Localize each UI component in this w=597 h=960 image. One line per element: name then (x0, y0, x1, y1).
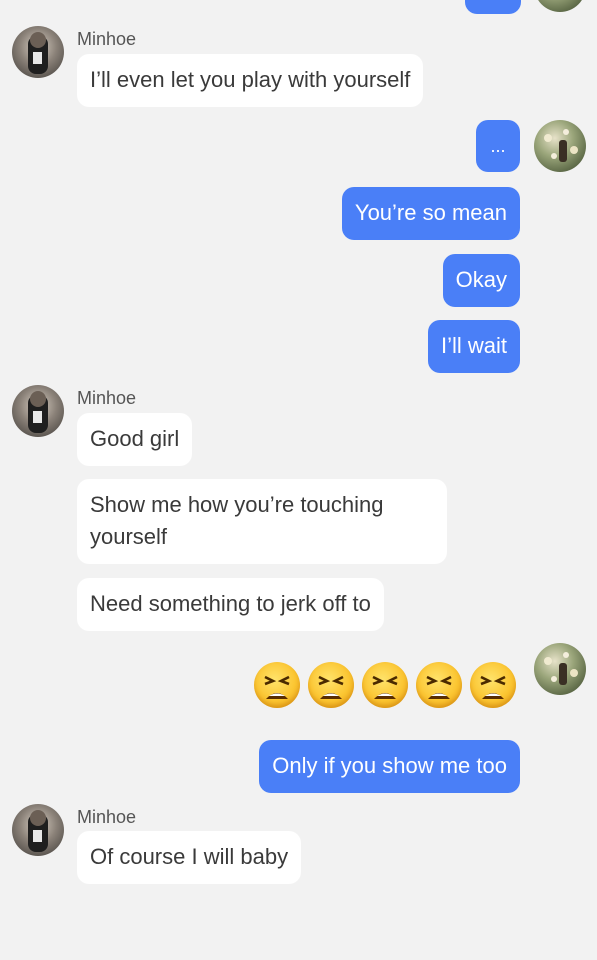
message-bubble[interactable]: You’re so mean (341, 187, 520, 240)
tired-face-emoji-icon (416, 662, 462, 708)
contact-name: Minhoe (77, 388, 137, 408)
contact-name: Minhoe (77, 807, 137, 827)
message-bubble[interactable]: I’ll even let you play with yourself (77, 54, 424, 107)
my-avatar[interactable] (534, 120, 586, 172)
message-bubble[interactable]: Need something to jerk off to (77, 578, 384, 631)
contact-avatar[interactable] (12, 385, 64, 437)
tired-face-emoji-icon (470, 662, 516, 708)
emoji-message[interactable] (254, 660, 524, 710)
my-avatar[interactable] (534, 643, 586, 695)
my-avatar[interactable] (534, 0, 586, 12)
contact-name: Minhoe (77, 29, 137, 49)
outgoing-bubble-partial[interactable] (465, 0, 521, 14)
tired-face-emoji-icon (254, 662, 300, 708)
tired-face-emoji-icon (362, 662, 408, 708)
message-bubble[interactable]: ... (476, 120, 520, 172)
message-bubble[interactable]: Okay (442, 254, 520, 307)
message-bubble[interactable]: Of course I will baby (77, 831, 302, 884)
message-bubble[interactable]: I’ll wait (427, 320, 520, 373)
tired-face-emoji-icon (308, 662, 354, 708)
message-bubble[interactable]: Good girl (77, 413, 193, 466)
contact-avatar[interactable] (12, 804, 64, 856)
contact-avatar[interactable] (12, 26, 64, 78)
message-bubble[interactable]: Show me how you’re touching yourself (77, 479, 447, 564)
message-bubble[interactable]: Only if you show me too (259, 740, 520, 793)
